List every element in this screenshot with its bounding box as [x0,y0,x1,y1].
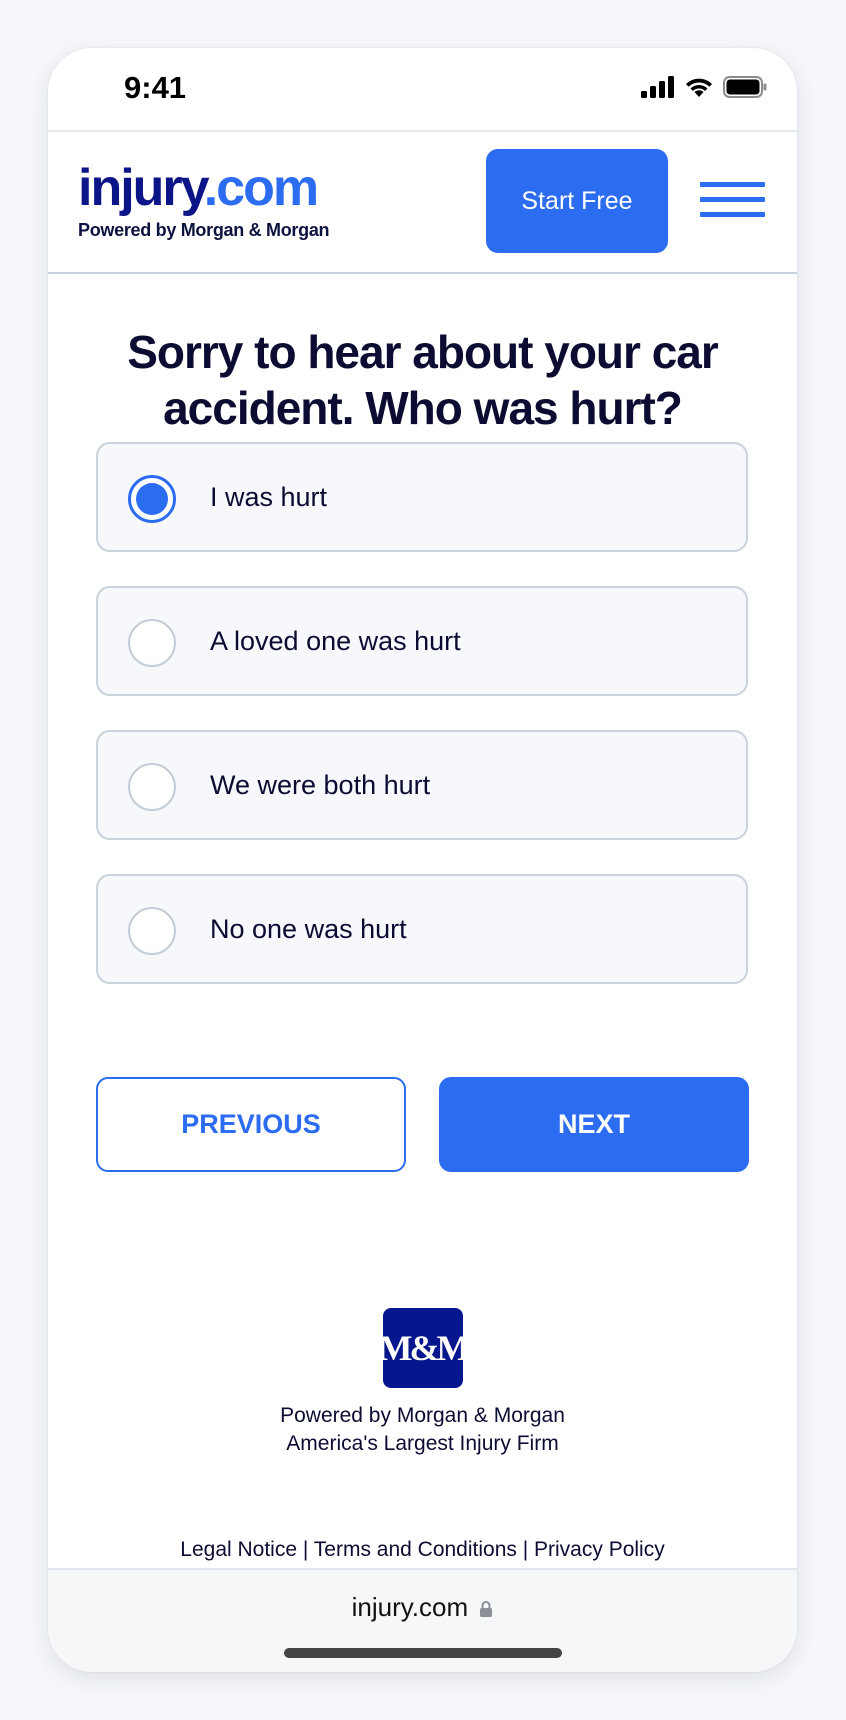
radio-button[interactable] [128,763,176,811]
url-text: injury.com [351,1592,469,1622]
status-time: 9:41 [124,70,187,105]
logo-wordmark: injury.com [78,158,329,218]
logo-subtitle: Powered by Morgan & Morgan [78,220,330,240]
radio-button[interactable] [128,907,176,955]
legal-notice-link[interactable]: Legal Notice [180,1538,297,1561]
phone-frame: 9:41 injury.com Powered by Morgan & Morg… [48,48,797,1672]
start-free-button[interactable]: Start Free [486,149,668,253]
menu-bar [700,182,765,187]
radio-button-selected[interactable] [128,475,176,523]
menu-bar [700,212,765,217]
link-separator: | [297,1538,314,1561]
question-heading: Sorry to hear about your car accident. W… [88,324,757,436]
menu-bar [700,197,765,202]
site-header: injury.com Powered by Morgan & Morgan St… [48,130,797,274]
cellular-signal-icon [641,76,675,102]
radio-button[interactable] [128,619,176,667]
option-label: I was hurt [210,482,328,512]
legal-links: Legal Notice | Terms and Conditions | Pr… [48,1538,797,1562]
injury-com-logo[interactable]: injury.com Powered by Morgan & Morgan [78,158,330,241]
morgan-and-morgan-logo: M&M [379,1308,470,1388]
option-label: No one was hurt [210,914,407,944]
browser-url-bar[interactable]: injury.com [48,1568,797,1672]
battery-icon [723,76,767,102]
previous-button[interactable]: PREVIOUS [96,1077,406,1172]
option-i-was-hurt[interactable]: I was hurt [96,442,748,552]
option-label: A loved one was hurt [210,626,461,656]
next-button[interactable]: NEXT [439,1077,749,1172]
option-no-one-hurt[interactable]: No one was hurt [96,874,748,984]
terms-and-conditions-link[interactable]: Terms and Conditions [314,1538,517,1561]
lock-icon [479,1594,493,1625]
url-display[interactable]: injury.com [48,1592,797,1625]
link-separator: | [516,1538,535,1561]
option-both-hurt[interactable]: We were both hurt [96,730,748,840]
footer-tagline: America's Largest Injury Firm [286,1432,559,1455]
question-line-2: accident. Who was hurt? [163,382,683,434]
status-bar: 9:41 [48,48,797,130]
wifi-icon [684,76,714,102]
option-loved-one-was-hurt[interactable]: A loved one was hurt [96,586,748,696]
option-label: We were both hurt [210,770,431,800]
home-indicator[interactable] [284,1648,562,1658]
hamburger-menu-icon[interactable] [700,182,765,220]
footer-powered-by: Powered by Morgan & Morgan [280,1404,565,1427]
logo-main: injury [78,159,206,217]
status-icons [641,76,767,102]
question-line-1: Sorry to hear about your car [127,326,719,378]
privacy-policy-link[interactable]: Privacy Policy [534,1538,665,1561]
logo-tld: .com [203,159,319,217]
